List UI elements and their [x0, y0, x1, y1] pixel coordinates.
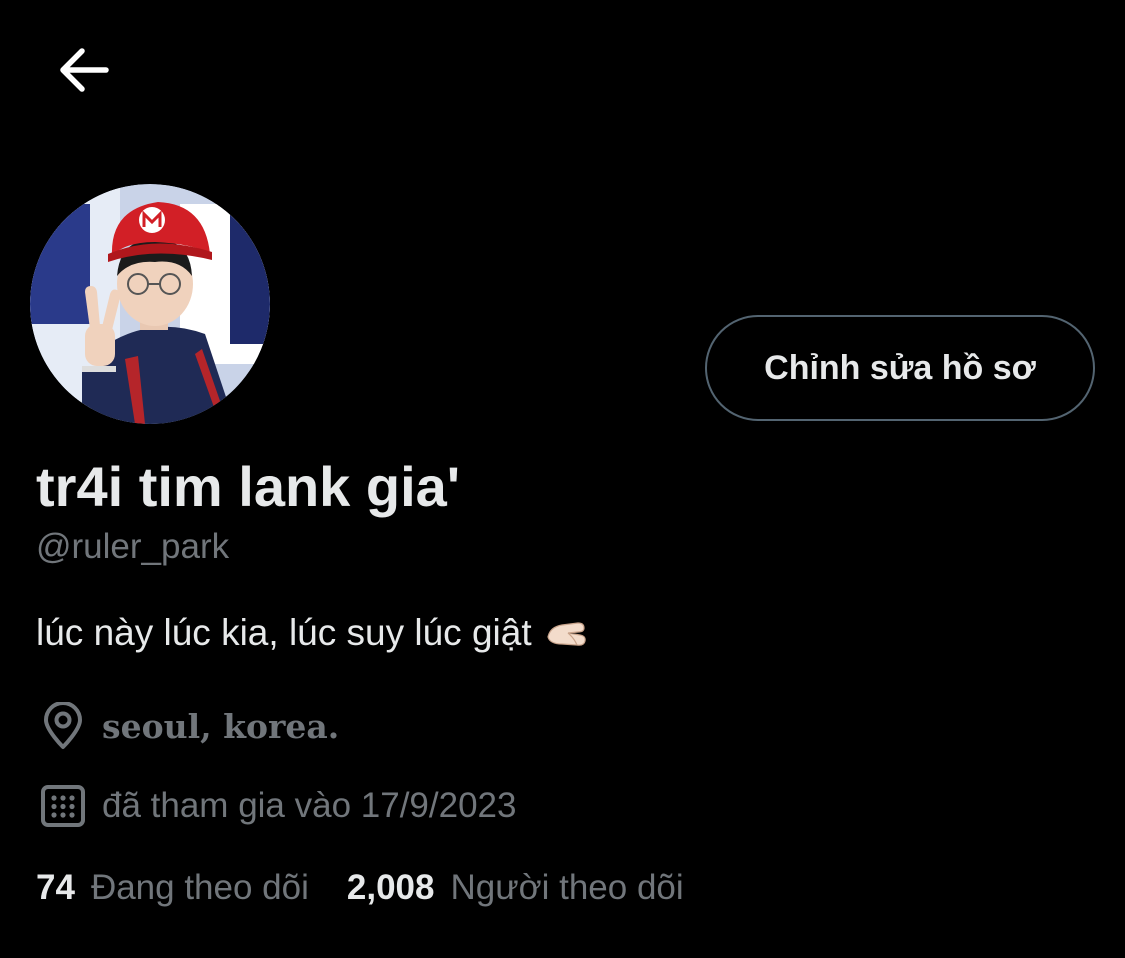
- following-count: 74: [36, 868, 75, 907]
- followers-link[interactable]: 2,008 Người theo dõi: [347, 868, 684, 908]
- profile-joined-date: đã tham gia vào 17/9/2023: [38, 781, 516, 831]
- display-name: tr4i tim lank gia': [36, 455, 461, 518]
- following-link[interactable]: 74 Đang theo dõi: [36, 868, 309, 908]
- following-label: Đang theo dõi: [90, 868, 309, 907]
- followers-label: Người theo dõi: [450, 868, 684, 907]
- joined-text: đã tham gia vào 17/9/2023: [102, 786, 517, 825]
- bio-text: lúc này lúc kia, lúc suy lúc giật: [36, 612, 532, 653]
- profile-handle: @ruler_park: [36, 527, 230, 566]
- back-button[interactable]: [44, 30, 124, 110]
- location-pin-icon: [38, 701, 88, 751]
- calendar-icon: [38, 781, 88, 831]
- followers-count: 2,008: [346, 868, 435, 907]
- edit-profile-button[interactable]: Chỉnh sửa hồ sơ: [705, 315, 1095, 421]
- profile-bio: lúc này lúc kia, lúc suy lúc giật: [36, 612, 590, 654]
- profile-photo: [30, 184, 270, 424]
- profile-stats: 74 Đang theo dõi 2,008 Người theo dõi: [36, 868, 684, 908]
- location-text: seoul, korea.: [102, 706, 340, 746]
- profile-location: seoul, korea.: [38, 701, 339, 751]
- avatar[interactable]: [30, 184, 270, 424]
- pinching-hand-emoji: [544, 613, 590, 653]
- arrow-left-icon: [60, 48, 109, 92]
